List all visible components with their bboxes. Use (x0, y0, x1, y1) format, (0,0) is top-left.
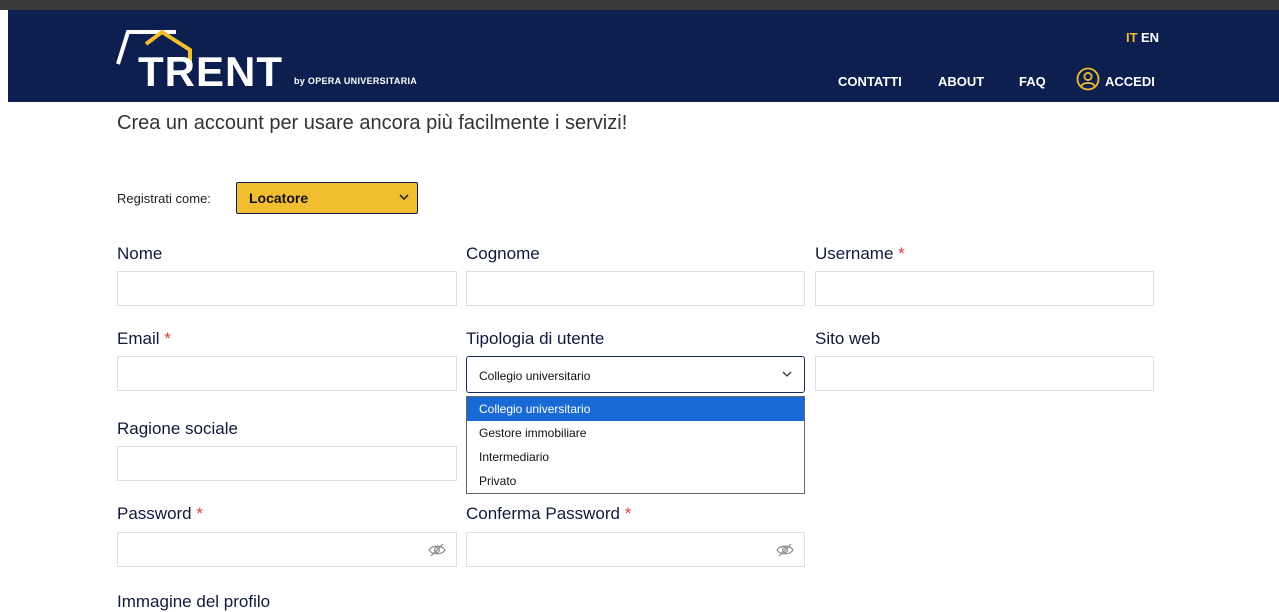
eye-off-icon[interactable] (776, 543, 794, 557)
nav-faq[interactable]: FAQ (1019, 74, 1046, 89)
tipologia-options: Collegio universitario Gestore immobilia… (466, 396, 805, 494)
top-strip (0, 0, 1279, 10)
immagine-label: Immagine del profilo (117, 592, 271, 611)
cognome-input[interactable] (466, 271, 805, 306)
conferma-label: Conferma Password * (466, 504, 631, 524)
password-label-text: Password (117, 504, 192, 523)
required-mark: * (196, 504, 203, 523)
option-collegio[interactable]: Collegio universitario (467, 397, 804, 421)
conferma-label-text: Conferma Password (466, 504, 621, 523)
required-mark: * (624, 504, 632, 523)
tipologia-value: Collegio universitario (479, 369, 591, 383)
password-label: Password * (117, 504, 203, 524)
option-gestore[interactable]: Gestore immobiliare (467, 421, 804, 445)
chevron-down-icon (782, 371, 792, 377)
username-label-text: Username (815, 244, 894, 263)
option-intermediario[interactable]: Intermediario (467, 445, 804, 469)
nav-contatti[interactable]: CONTATTI (838, 74, 902, 89)
required-mark: * (898, 244, 905, 263)
sito-label: Sito web (815, 329, 881, 348)
register-as-select[interactable]: Locatore (236, 182, 418, 214)
brand-name: TRENT (138, 48, 283, 95)
ragione-label: Ragione sociale (117, 419, 238, 438)
required-mark: * (164, 329, 171, 348)
nome-label: Nome (117, 244, 163, 263)
option-privato[interactable]: Privato (467, 469, 804, 493)
conferma-input[interactable] (466, 532, 805, 567)
cognome-label: Cognome (466, 244, 540, 263)
user-circle-icon[interactable] (1076, 67, 1100, 91)
username-input[interactable] (815, 271, 1154, 306)
tipologia-select[interactable]: Collegio universitario (466, 356, 805, 393)
lang-en-link[interactable]: EN (1141, 30, 1159, 45)
lang-it-link[interactable]: IT (1126, 30, 1138, 45)
nome-input[interactable] (117, 271, 457, 306)
register-as-label: Registrati come: (117, 191, 211, 206)
brand-logo[interactable]: TRENT by OPERA UNIVERSITARIA (108, 18, 488, 98)
ragione-input[interactable] (117, 446, 457, 481)
brand-subtitle: by OPERA UNIVERSITARIA (294, 76, 418, 86)
page-intro: Crea un account per usare ancora più fac… (117, 112, 628, 134)
sito-input[interactable] (815, 356, 1154, 391)
register-as-value: Locatore (249, 190, 309, 206)
email-label: Email * (117, 329, 171, 349)
email-label-text: Email (117, 329, 160, 348)
nav-about[interactable]: ABOUT (938, 74, 984, 89)
eye-off-icon[interactable] (428, 543, 446, 557)
chevron-down-icon (399, 194, 409, 200)
password-input[interactable] (117, 532, 457, 567)
tipologia-label: Tipologia di utente (466, 329, 605, 348)
nav-accedi[interactable]: ACCEDI (1105, 74, 1155, 89)
email-input[interactable] (117, 356, 457, 391)
username-label: Username * (815, 244, 905, 264)
